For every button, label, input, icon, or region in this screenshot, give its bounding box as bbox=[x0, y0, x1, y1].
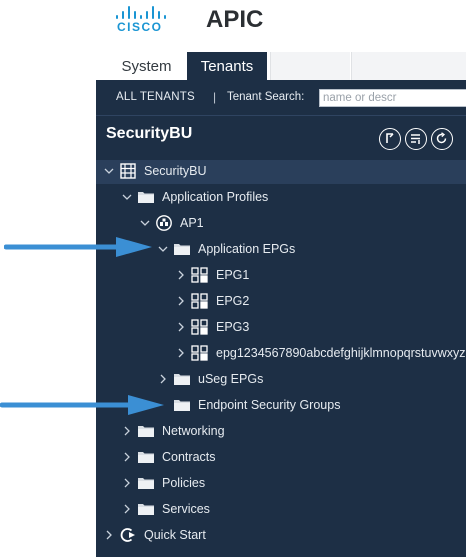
tree-label: Endpoint Security Groups bbox=[198, 398, 341, 412]
tree-label: EPG2 bbox=[216, 294, 250, 308]
folder-icon bbox=[138, 504, 154, 515]
application-profile-icon bbox=[156, 215, 172, 231]
tree-label: epg1234567890abcdefghijklmnopqrstuvwxyz bbox=[216, 346, 466, 360]
tree-node-securitybu[interactable]: SecurityBU bbox=[96, 160, 466, 184]
tenant-panel: ALL TENANTS | Tenant Search: SecurityBU bbox=[96, 80, 466, 557]
tenant-subbar: ALL TENANTS | Tenant Search: bbox=[96, 80, 466, 116]
panel-title: SecurityBU bbox=[106, 125, 193, 142]
chevron-right-icon[interactable] bbox=[121, 425, 133, 437]
chevron-right-icon[interactable] bbox=[175, 347, 187, 359]
tree-label: EPG1 bbox=[216, 268, 250, 282]
all-tenants-link[interactable]: ALL TENANTS bbox=[116, 91, 195, 103]
tree-label: uSeg EPGs bbox=[198, 372, 264, 386]
tree-label: Services bbox=[162, 502, 210, 516]
chevron-down-icon[interactable] bbox=[139, 217, 151, 229]
tree-label: AP1 bbox=[180, 216, 204, 230]
chevron-down-icon[interactable] bbox=[103, 165, 115, 177]
cisco-logo: CISCO bbox=[114, 5, 168, 35]
tree-node-contracts[interactable]: Contracts bbox=[96, 446, 466, 470]
tree-label: Quick Start bbox=[144, 528, 206, 542]
tenant-building-icon bbox=[120, 163, 136, 179]
tree-label: Application Profiles bbox=[162, 190, 269, 204]
tree-node-epg3[interactable]: EPG3 bbox=[96, 316, 466, 340]
app-title: APIC bbox=[206, 6, 264, 33]
tree-node-quick-start[interactable]: Quick Start bbox=[96, 524, 466, 548]
chevron-right-icon[interactable] bbox=[175, 321, 187, 333]
tree-node-networking[interactable]: Networking bbox=[96, 420, 466, 444]
tab-system[interactable]: System bbox=[108, 52, 185, 80]
folder-icon bbox=[174, 400, 190, 411]
summary-icon bbox=[386, 133, 394, 143]
epg-icon bbox=[191, 319, 208, 335]
chevron-down-icon[interactable] bbox=[157, 243, 169, 255]
tree-node-epg2[interactable]: EPG2 bbox=[96, 290, 466, 314]
quick-start-icon bbox=[120, 528, 135, 542]
app-header: CISCO APIC bbox=[0, 0, 466, 52]
callout-arrow-icon bbox=[0, 395, 164, 415]
tenant-search-label: Tenant Search: bbox=[227, 91, 305, 103]
chevron-right-icon[interactable] bbox=[175, 269, 187, 281]
chevron-right-icon[interactable] bbox=[121, 451, 133, 463]
tab-obscured-2[interactable] bbox=[351, 52, 466, 80]
tree-label: SecurityBU bbox=[144, 164, 207, 178]
folder-icon bbox=[174, 244, 190, 255]
chevron-right-icon[interactable] bbox=[121, 503, 133, 515]
chevron-right-icon[interactable] bbox=[175, 295, 187, 307]
chevron-right-icon[interactable] bbox=[103, 529, 115, 541]
epg-icon bbox=[191, 267, 208, 283]
tree-node-useg-epgs[interactable]: uSeg EPGs bbox=[96, 368, 466, 392]
tree-node-policies[interactable]: Policies bbox=[96, 472, 466, 496]
tab-tenants[interactable]: Tenants bbox=[187, 52, 267, 80]
tree-node-application-profiles[interactable]: Application Profiles bbox=[96, 186, 466, 210]
epg-icon bbox=[191, 345, 208, 361]
refresh-button[interactable] bbox=[431, 128, 453, 150]
chevron-down-icon[interactable] bbox=[121, 191, 133, 203]
callout-arrow-icon bbox=[4, 237, 152, 257]
tree-node-services[interactable]: Services bbox=[96, 498, 466, 522]
folder-icon bbox=[138, 478, 154, 489]
chevron-right-icon[interactable] bbox=[121, 477, 133, 489]
tree-node-epg-long[interactable]: epg1234567890abcdefghijklmnopqrstuvwxyz bbox=[96, 342, 466, 366]
cisco-bridge-icon bbox=[114, 5, 168, 19]
folder-icon bbox=[138, 192, 154, 203]
epg-icon bbox=[191, 293, 208, 309]
summary-button[interactable] bbox=[379, 128, 401, 150]
list-icon bbox=[411, 134, 420, 144]
tree-label: Networking bbox=[162, 424, 225, 438]
refresh-icon bbox=[436, 132, 447, 144]
tree-label: EPG3 bbox=[216, 320, 250, 334]
tenant-search-input[interactable] bbox=[319, 89, 466, 107]
tree-node-epg1[interactable]: EPG1 bbox=[96, 264, 466, 288]
tree-label: Contracts bbox=[162, 450, 216, 464]
tree-label: Policies bbox=[162, 476, 206, 490]
subbar-separator: | bbox=[213, 90, 217, 104]
tree-label: Application EPGs bbox=[198, 242, 296, 256]
list-view-button[interactable] bbox=[405, 128, 427, 150]
cisco-wordmark: CISCO bbox=[117, 20, 163, 34]
tab-obscured-1[interactable] bbox=[270, 52, 350, 80]
tree-node-ap1[interactable]: AP1 bbox=[96, 212, 466, 236]
folder-icon bbox=[138, 452, 154, 463]
chevron-right-icon[interactable] bbox=[157, 373, 169, 385]
folder-icon bbox=[174, 374, 190, 385]
top-tabs: System Tenants bbox=[0, 52, 466, 80]
folder-icon bbox=[138, 426, 154, 437]
